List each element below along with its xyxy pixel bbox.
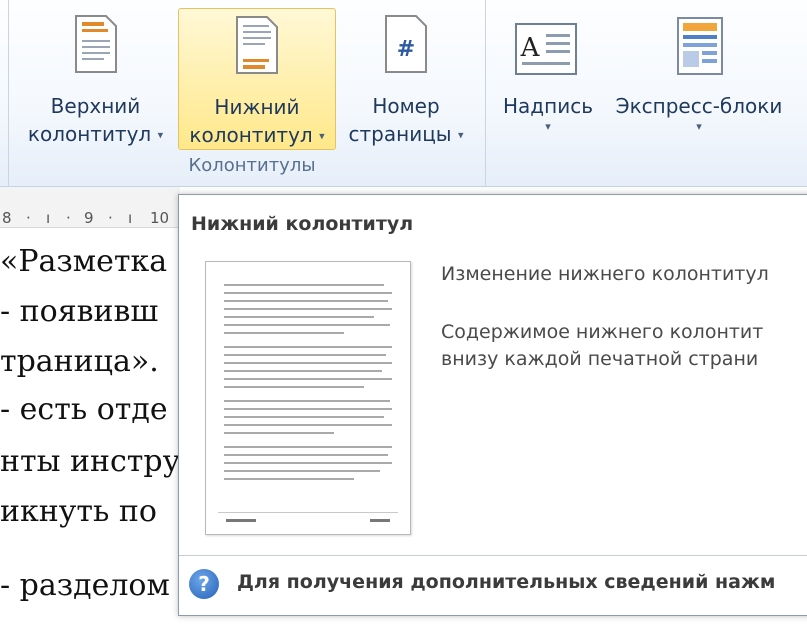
footer-button[interactable]: Нижний колонтитул ▾ (178, 8, 336, 150)
page-number-button-label-2: страницы (348, 122, 452, 146)
ruler-tick: · (108, 209, 113, 227)
ruler-tick: ı (46, 209, 51, 227)
ruler-mark: 10 (150, 209, 170, 227)
page-footer-icon (236, 16, 278, 74)
textbox-icon: A (515, 23, 577, 75)
ruler-mark: 9 (84, 209, 94, 227)
tooltip-detail-line-1: Содержимое нижнего колонтит (441, 321, 764, 343)
page-number-button[interactable]: # Номер страницы ▾ (336, 8, 476, 148)
tooltip-title: Нижний колонтитул (191, 213, 414, 235)
footer-button-label-2: колонтитул (189, 123, 313, 147)
document-line: - разделом (0, 568, 170, 603)
document-line: траница». (0, 344, 159, 379)
quick-parts-button-label: Экспресс-блоки (615, 94, 783, 118)
tooltip-description: Изменение нижнего колонтитул (441, 263, 769, 285)
tooltip-divider (179, 555, 807, 556)
help-icon[interactable]: ? (189, 569, 219, 599)
page-number-button-label-1: Номер (372, 94, 440, 118)
footer-button-label-1: Нижний (214, 95, 300, 119)
chevron-down-icon: ▾ (157, 128, 164, 142)
header-button-label-2: колонтитул (27, 122, 152, 146)
footer-tooltip: Нижний колонтитул Изменение нижнего коло… (178, 194, 807, 616)
chevron-down-icon: ▾ (319, 129, 325, 143)
quick-parts-button[interactable]: Экспресс-блоки ▾ (604, 8, 794, 148)
svg-text:#: # (397, 37, 415, 62)
textbox-button-label: Надпись (503, 94, 593, 118)
document-line: нты инстру (0, 444, 180, 479)
svg-text:A: A (520, 33, 541, 63)
document-line: - появивш (0, 294, 159, 329)
footer-preview-image (205, 261, 411, 535)
document-line: - есть отде (0, 392, 168, 427)
ruler-tick: ı (128, 209, 133, 227)
chevron-down-icon: ▾ (545, 120, 551, 133)
quick-parts-icon (677, 17, 723, 75)
chevron-down-icon: ▾ (457, 128, 464, 142)
group-label: Колонтитулы (188, 155, 316, 176)
header-button-label-1: Верхний (50, 94, 141, 118)
tooltip-detail: Содержимое нижнего колонтит внизу каждой… (441, 319, 763, 373)
document-line: икнуть по (0, 494, 157, 529)
chevron-down-icon: ▾ (696, 120, 702, 133)
textbox-button[interactable]: A Надпись ▾ (494, 8, 602, 148)
ribbon: Верхний колонтитул ▾ Нижний колонтитул ▾… (0, 0, 807, 187)
ruler-tick: · (66, 209, 71, 227)
help-link-text[interactable]: Для получения дополнительных сведений на… (237, 571, 775, 593)
page-number-icon: # (385, 15, 427, 73)
document-area[interactable]: «Разметка - появивш траница». - есть отд… (0, 228, 180, 625)
tooltip-detail-line-2: внизу каждой печатной страни (441, 348, 759, 370)
ruler: 8 · ı · 9 · ı 10 (0, 187, 180, 228)
ribbon-separator (8, 0, 9, 186)
document-line: «Разметка (0, 244, 168, 279)
page-header-icon (75, 15, 117, 73)
header-button[interactable]: Верхний колонтитул ▾ (18, 8, 173, 148)
ribbon-separator (485, 0, 486, 186)
ruler-tick: · (26, 209, 31, 227)
ruler-mark: 8 (2, 209, 12, 227)
